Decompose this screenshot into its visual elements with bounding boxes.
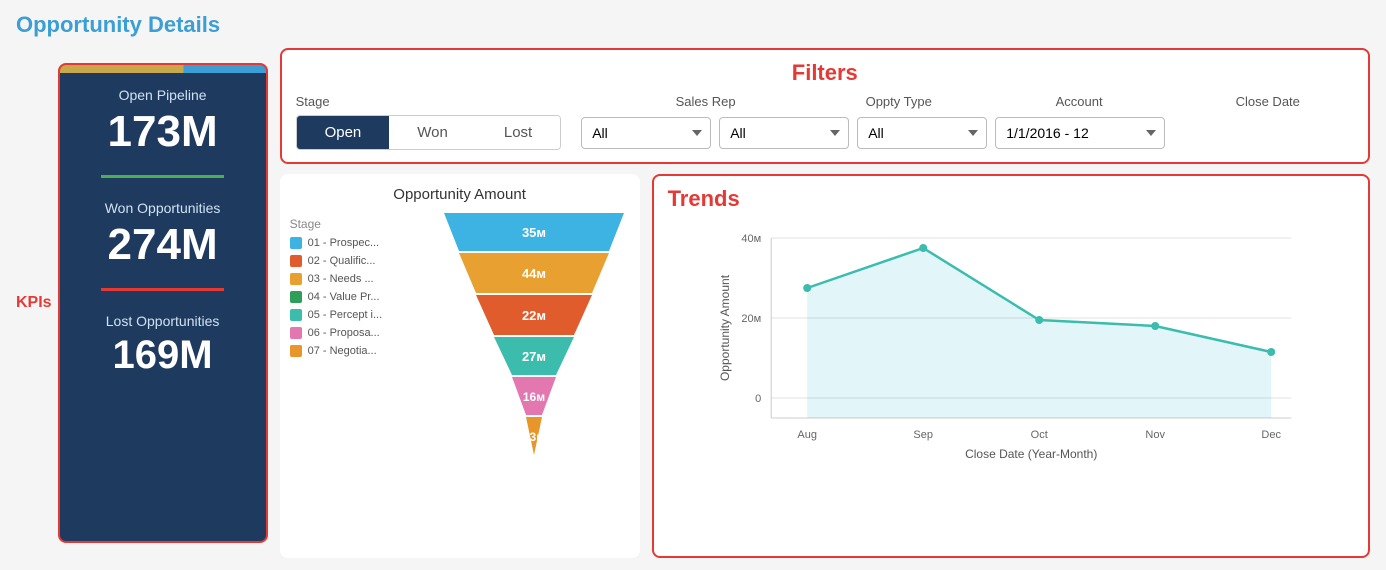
legend-dot-3	[290, 291, 302, 303]
svg-text:16м: 16м	[522, 390, 544, 404]
funnel-area: Opportunity Amount Stage 01 - Prospec...…	[280, 174, 640, 558]
funnel-legend: Stage 01 - Prospec... 02 - Qualific... 0…	[290, 213, 430, 357]
svg-text:40м: 40м	[741, 233, 761, 245]
svg-text:Nov: Nov	[1145, 429, 1165, 441]
legend-dot-4	[290, 309, 302, 321]
legend-text-3: 04 - Value Pr...	[308, 291, 380, 303]
trends-section: Trends 40м 20м 0	[652, 174, 1370, 558]
legend-text-1: 02 - Qualific...	[308, 255, 376, 267]
kpi-divider-2	[101, 288, 225, 291]
legend-text-0: 01 - Prospec...	[308, 237, 380, 249]
kpi-won-label: Won Opportunities	[105, 200, 221, 216]
funnel-chart: 35м 44м 22м 27м 16м	[438, 213, 630, 483]
svg-text:27м: 27м	[522, 349, 546, 364]
account-select[interactable]: All	[857, 117, 987, 149]
svg-text:20м: 20м	[741, 313, 761, 325]
kpi-lost-label: Lost Opportunities	[106, 313, 220, 329]
svg-text:35м: 35м	[522, 225, 546, 240]
salesrep-select[interactable]: All	[581, 117, 711, 149]
stage-legend-label: Stage	[290, 217, 430, 231]
opptytype-select[interactable]: All	[719, 117, 849, 149]
legend-dot-6	[290, 345, 302, 357]
svg-text:Close Date (Year-Month): Close Date (Year-Month)	[965, 447, 1097, 461]
legend-item-2: 03 - Needs ...	[290, 273, 430, 285]
stage-btn-lost[interactable]: Lost	[476, 116, 560, 149]
salesrep-label: Sales Rep	[676, 94, 866, 109]
stage-btn-won[interactable]: Won	[389, 116, 476, 149]
kpi-won-value: 274M	[108, 220, 218, 270]
legend-text-4: 05 - Percept i...	[308, 309, 383, 321]
svg-text:Opportunity Amount: Opportunity Amount	[718, 274, 732, 381]
kpi-lost-value: 169M	[113, 333, 213, 378]
svg-text:44м: 44м	[522, 266, 546, 281]
svg-text:22м: 22м	[522, 308, 546, 323]
legend-text-5: 06 - Proposa...	[308, 327, 380, 339]
legend-item-1: 02 - Qualific...	[290, 255, 430, 267]
legend-dot-5	[290, 327, 302, 339]
kpi-open-pipeline-label: Open Pipeline	[119, 87, 207, 103]
legend-dot-1	[290, 255, 302, 267]
legend-item-5: 06 - Proposa...	[290, 327, 430, 339]
stage-label: Stage	[296, 94, 676, 109]
legend-item-3: 04 - Value Pr...	[290, 291, 430, 303]
kpi-open-pipeline: Open Pipeline 173M	[60, 73, 266, 167]
svg-text:Dec: Dec	[1261, 429, 1281, 441]
account-label: Account	[1056, 94, 1236, 109]
funnel-title: Opportunity Amount	[290, 186, 630, 203]
svg-text:Sep: Sep	[913, 429, 933, 441]
opptytype-label: Oppty Type	[866, 94, 1056, 109]
trends-title: Trends	[668, 186, 1354, 212]
svg-text:Oct: Oct	[1030, 429, 1047, 441]
closedate-select[interactable]: 1/1/2016 - 12	[995, 117, 1165, 149]
stage-btn-open[interactable]: Open	[297, 116, 390, 149]
svg-text:13м: 13м	[522, 430, 544, 444]
filters-title: Filters	[296, 60, 1354, 86]
legend-text-6: 07 - Negotia...	[308, 345, 377, 357]
legend-item-4: 05 - Percept i...	[290, 309, 430, 321]
kpis-label: KPIs	[16, 294, 52, 312]
legend-dot-0	[290, 237, 302, 249]
page-title: Opportunity Details	[16, 12, 1370, 38]
legend-item-6: 07 - Negotia...	[290, 345, 430, 357]
kpi-top-bar	[60, 65, 266, 73]
filters-section: Filters Stage Sales Rep Oppty Type Accou…	[280, 48, 1370, 164]
closedate-label: Close Date	[1236, 94, 1354, 109]
kpi-won: Won Opportunities 274M	[60, 186, 266, 280]
chart-wrap: 40м 20м 0 Aug Sep Oct Nov Dec Close Date…	[668, 218, 1354, 546]
kpi-lost: Lost Opportunities 169M	[60, 299, 266, 388]
legend-item-0: 01 - Prospec...	[290, 237, 430, 249]
svg-text:Aug: Aug	[797, 429, 817, 441]
trends-chart: 40м 20м 0 Aug Sep Oct Nov Dec Close Date…	[668, 218, 1354, 478]
svg-text:0: 0	[755, 393, 761, 405]
stage-toggle: Open Won Lost	[296, 115, 562, 150]
legend-text-2: 03 - Needs ...	[308, 273, 374, 285]
kpi-divider-1	[101, 175, 225, 178]
legend-dot-2	[290, 273, 302, 285]
kpi-open-pipeline-value: 173M	[108, 107, 218, 157]
kpi-panel: Open Pipeline 173M Won Opportunities 274…	[58, 63, 268, 543]
